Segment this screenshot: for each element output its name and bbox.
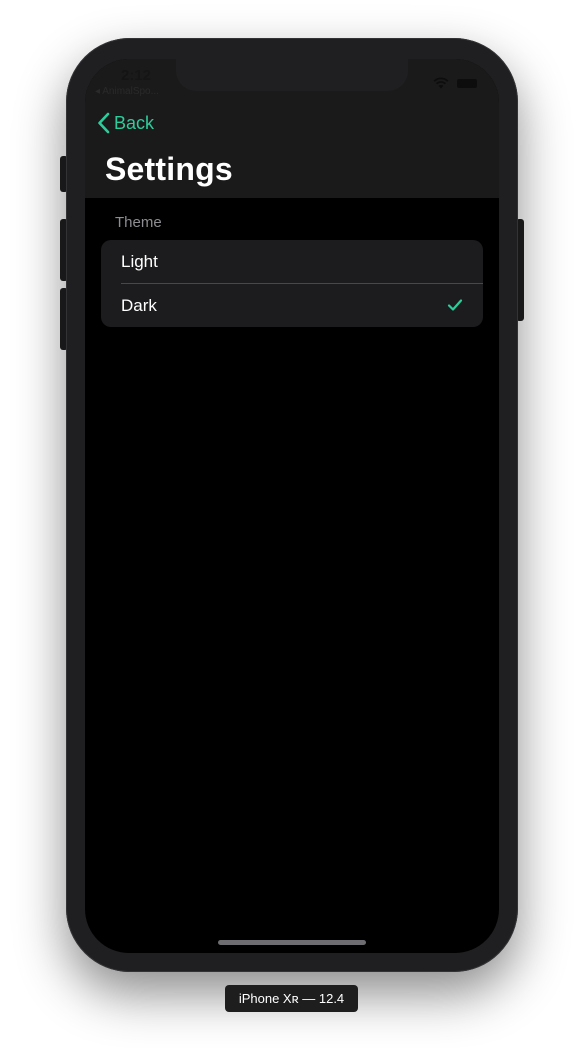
phone-frame: 2:12 ◂ AnimalSpo... Back Settings Theme … — [66, 38, 518, 972]
home-indicator[interactable] — [218, 940, 366, 945]
chevron-left-icon — [98, 112, 110, 134]
theme-option-label: Light — [121, 251, 158, 271]
theme-option-light[interactable]: Light — [101, 240, 483, 283]
back-button-label: Back — [114, 112, 155, 133]
theme-options-group: Light Dark — [101, 240, 483, 327]
status-time: 2:12 — [121, 67, 152, 84]
back-button[interactable]: Back — [97, 112, 154, 134]
phone-screen: 2:12 ◂ AnimalSpo... Back Settings Theme … — [85, 59, 499, 953]
checkmark-icon — [447, 299, 463, 311]
simulator-stage: 2:12 ◂ AnimalSpo... Back Settings Theme … — [0, 0, 584, 1048]
page-title: Settings — [105, 151, 233, 187]
return-to-app-link[interactable]: ◂ AnimalSpo... — [95, 86, 159, 97]
navigation-bar: 2:12 ◂ AnimalSpo... Back Settings — [85, 59, 499, 198]
theme-option-label: Dark — [121, 295, 157, 315]
status-icons — [433, 77, 477, 89]
theme-section-header: Theme — [115, 214, 162, 231]
notch — [176, 59, 408, 91]
theme-option-dark[interactable]: Dark — [101, 284, 483, 327]
simulator-device-label: iPhone Xʀ — 12.4 — [225, 985, 358, 1012]
battery-icon — [457, 78, 477, 88]
wifi-icon — [433, 77, 449, 89]
